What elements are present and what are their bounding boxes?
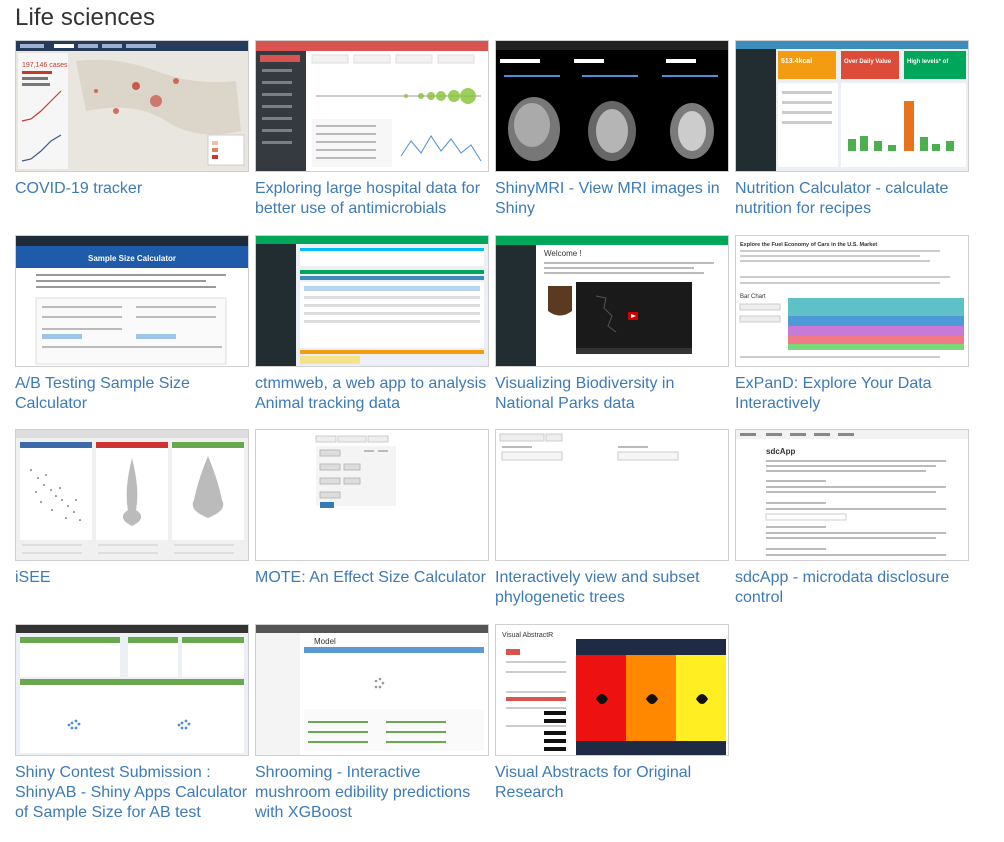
app-thumbnail-mote[interactable] — [255, 429, 489, 561]
ab-heading: Sample Size Calculator — [88, 254, 176, 263]
app-title-link[interactable]: COVID-19 tracker — [15, 179, 255, 199]
section-title: Life sciences — [15, 4, 156, 31]
app-card[interactable]: 513.4kcal Over Daily Value High levels* … — [735, 40, 969, 219]
app-card[interactable]: Sample Size Calculator A/B Testing Sampl… — [15, 235, 249, 414]
app-thumbnail-phylo[interactable] — [495, 429, 729, 561]
app-thumbnail-visual-abstract[interactable]: Visual AbstractR — [495, 624, 729, 756]
expand-heading: Explore the Fuel Economy of Cars in the … — [740, 242, 877, 248]
app-thumbnail-sdcapp[interactable]: sdcApp — [735, 429, 969, 561]
sdc-heading: sdcApp — [766, 447, 795, 456]
app-thumbnail-expand[interactable]: Explore the Fuel Economy of Cars in the … — [735, 235, 969, 367]
app-thumbnail-shrooming[interactable]: Model — [255, 624, 489, 756]
parks-welcome: Welcome ! — [544, 249, 582, 258]
app-title-link[interactable]: ctmmweb, a web app to analysis Animal tr… — [255, 374, 495, 414]
nutrition-kcal: 513.4kcal — [781, 58, 812, 65]
app-card[interactable]: ShinyMRI - View MRI images in Shiny — [495, 40, 729, 219]
app-card[interactable]: Explore the Fuel Economy of Cars in the … — [735, 235, 969, 414]
app-title-link[interactable]: Nutrition Calculator - calculate nutriti… — [735, 179, 975, 219]
expand-subheading: Bar Chart — [740, 294, 766, 300]
app-card[interactable]: Interactively view and subset phylogenet… — [495, 429, 729, 608]
app-card[interactable]: Shiny Contest Submission : ShinyAB - Shi… — [15, 624, 249, 823]
app-card[interactable]: Visual AbstractR Visual Abstracts for Or… — [495, 624, 729, 803]
app-title-link[interactable]: iSEE — [15, 568, 255, 588]
app-thumbnail-ctmmweb[interactable] — [255, 235, 489, 367]
covid-stat: 197,146 cases — [22, 62, 68, 69]
app-thumbnail-shinyab[interactable] — [15, 624, 249, 756]
app-title-link[interactable]: Shrooming - Interactive mushroom edibili… — [255, 763, 495, 823]
app-title-link[interactable]: Visualizing Biodiversity in National Par… — [495, 374, 735, 414]
app-card[interactable]: Welcome ! Visualizing Biodiversity in Na… — [495, 235, 729, 414]
app-card[interactable]: MOTE: An Effect Size Calculator — [255, 429, 489, 588]
app-thumbnail-ab-testing[interactable]: Sample Size Calculator — [15, 235, 249, 367]
app-thumbnail-isee[interactable] — [15, 429, 249, 561]
app-title-link[interactable]: Shiny Contest Submission : ShinyAB - Shi… — [15, 763, 255, 823]
app-card[interactable]: sdcApp sdcApp - microdata disclosure con… — [735, 429, 969, 608]
nutrition-daily: Over Daily Value — [844, 59, 892, 65]
app-card[interactable]: ctmmweb, a web app to analysis Animal tr… — [255, 235, 489, 414]
app-title-link[interactable]: MOTE: An Effect Size Calculator — [255, 568, 495, 588]
app-thumbnail-parks[interactable]: Welcome ! — [495, 235, 729, 367]
app-thumbnail-mri[interactable] — [495, 40, 729, 172]
shrooming-heading: Model — [314, 637, 336, 646]
app-thumbnail-covid[interactable]: 197,146 cases — [15, 40, 249, 172]
app-title-link[interactable]: Visual Abstracts for Original Research — [495, 763, 735, 803]
app-card[interactable]: 197,146 cases COVID-19 tracker — [15, 40, 249, 199]
app-thumbnail-nutrition[interactable]: 513.4kcal Over Daily Value High levels* … — [735, 40, 969, 172]
app-title-link[interactable]: ExPanD: Explore Your Data Interactively — [735, 374, 975, 414]
app-title-link[interactable]: sdcApp - microdata disclosure control — [735, 568, 975, 608]
app-title-link[interactable]: ShinyMRI - View MRI images in Shiny — [495, 179, 735, 219]
app-card[interactable]: iSEE — [15, 429, 249, 588]
app-card[interactable]: Exploring large hospital data for better… — [255, 40, 489, 219]
app-card[interactable]: Model Shrooming - Interactive mushroom e… — [255, 624, 489, 823]
visual-heading: Visual AbstractR — [502, 632, 553, 639]
nutrition-high: High levels* of — [907, 59, 949, 65]
app-title-link[interactable]: Exploring large hospital data for better… — [255, 179, 495, 219]
app-thumbnail-radar[interactable] — [255, 40, 489, 172]
app-title-link[interactable]: Interactively view and subset phylogenet… — [495, 568, 735, 608]
app-title-link[interactable]: A/B Testing Sample Size Calculator — [15, 374, 255, 414]
